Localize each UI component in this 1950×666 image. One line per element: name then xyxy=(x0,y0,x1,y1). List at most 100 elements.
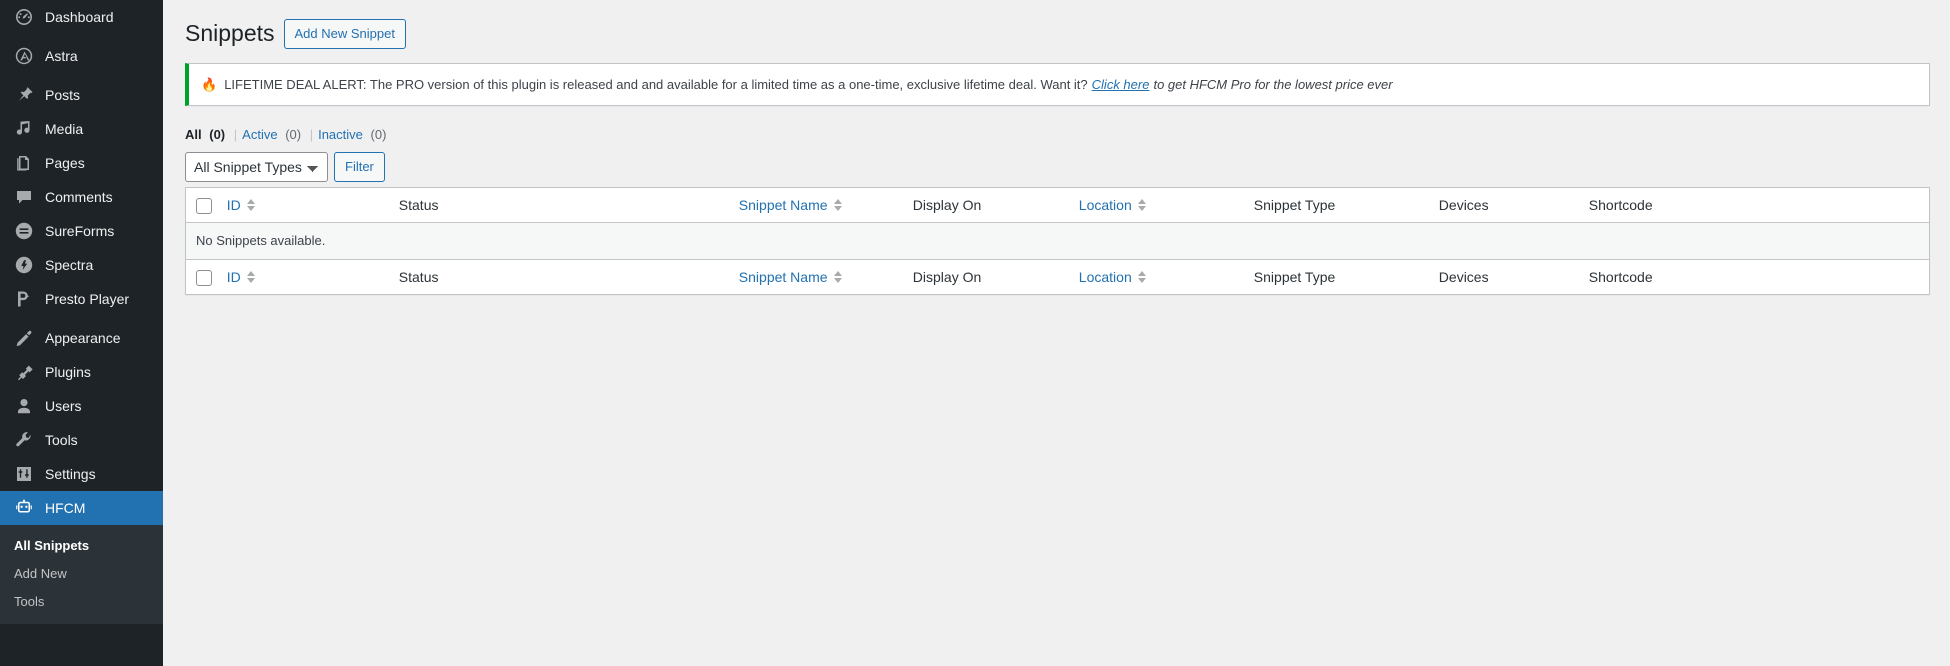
page-title: Snippets xyxy=(185,20,275,47)
table-head: ID Status Snippet Name Display On Locati… xyxy=(186,188,1929,224)
select-all-header-top xyxy=(186,188,217,224)
column-header-id-top[interactable]: ID xyxy=(216,188,389,224)
wrench-icon xyxy=(14,430,34,450)
filter-link-all-count: (0) xyxy=(209,127,226,143)
column-label-snippet-type-bottom: Snippet Type xyxy=(1253,268,1336,285)
sort-indicator-icon xyxy=(833,199,842,212)
sidebar-item-label: Dashboard xyxy=(45,9,114,25)
snippet-type-select[interactable]: All Snippet Types xyxy=(185,152,328,183)
settings-sliders-icon xyxy=(14,464,34,484)
user-icon xyxy=(14,396,34,416)
lifetime-deal-notice: 🔥 LIFETIME DEAL ALERT: The PRO version o… xyxy=(185,63,1930,107)
notice-message: LIFETIME DEAL ALERT: The PRO version of … xyxy=(224,76,1088,92)
submenu-item-all-snippets[interactable]: All Snippets xyxy=(0,532,163,560)
select-all-checkbox-bottom[interactable] xyxy=(196,270,212,287)
main-content: Snippets Add New Snippet 🔥 LIFETIME DEAL… xyxy=(163,0,1950,666)
column-sort-location-top[interactable]: Location xyxy=(1079,196,1146,214)
sidebar-item-label: Spectra xyxy=(45,257,94,273)
sidebar-item-label: Users xyxy=(45,398,82,414)
column-label-id-bottom: ID xyxy=(226,268,241,285)
table-foot: ID Status Snippet Name Display On Locati… xyxy=(186,258,1929,294)
notice-click-here-link[interactable]: Click here xyxy=(1092,75,1150,95)
column-header-display-on-bottom: Display On xyxy=(902,258,1069,294)
column-header-status-top: Status xyxy=(388,188,729,224)
add-new-snippet-button[interactable]: Add New Snippet xyxy=(283,19,406,49)
sidebar-item-hfcm[interactable]: HFCM xyxy=(0,491,163,525)
filter-link-inactive[interactable]: Inactive (0) xyxy=(318,127,386,142)
presto-player-icon xyxy=(14,289,34,309)
column-sort-location-bottom[interactable]: Location xyxy=(1079,268,1146,286)
column-header-devices-bottom: Devices xyxy=(1428,258,1579,294)
sidebar-item-label: Presto Player xyxy=(45,291,130,307)
submenu-item-add-new[interactable]: Add New xyxy=(0,560,163,588)
column-label-id-top: ID xyxy=(226,197,241,214)
filter-button[interactable]: Filter xyxy=(334,152,385,183)
column-header-devices-top: Devices xyxy=(1428,188,1579,224)
column-header-location-bottom[interactable]: Location xyxy=(1068,258,1244,294)
sidebar-item-label: Settings xyxy=(45,466,96,482)
submenu-item-tools[interactable]: Tools xyxy=(0,588,163,616)
filter-link-active[interactable]: Active (0) xyxy=(242,127,305,142)
column-label-status-top: Status xyxy=(398,197,439,214)
sidebar-item-label: Posts xyxy=(45,87,81,103)
sidebar-item-tools[interactable]: Tools xyxy=(0,423,163,457)
select-all-checkbox-top[interactable] xyxy=(196,198,212,215)
sidebar-item-label: Comments xyxy=(45,189,113,205)
robot-icon xyxy=(14,498,34,518)
column-header-snippet-name-bottom[interactable]: Snippet Name xyxy=(728,258,903,294)
filter-separator: | xyxy=(309,127,314,143)
sidebar-item-media[interactable]: Media xyxy=(0,112,163,146)
column-sort-id-bottom[interactable]: ID xyxy=(227,268,255,286)
filter-link-inactive-label: Inactive xyxy=(318,127,363,143)
column-label-display-on-bottom: Display On xyxy=(912,268,982,285)
fire-icon: 🔥 xyxy=(201,77,218,93)
column-label-snippet-name-bottom: Snippet Name xyxy=(738,268,828,285)
column-header-snippet-type-bottom: Snippet Type xyxy=(1243,258,1429,294)
column-header-shortcode-top: Shortcode xyxy=(1578,188,1929,224)
filter-link-active-item: Active (0) | xyxy=(242,122,318,148)
sidebar-item-spectra[interactable]: Spectra xyxy=(0,248,163,282)
table-footer-row: ID Status Snippet Name Display On Locati… xyxy=(186,258,1929,294)
hfcm-submenu: All Snippets Add New Tools xyxy=(0,525,163,624)
sidebar-item-comments[interactable]: Comments xyxy=(0,180,163,214)
column-label-devices-bottom: Devices xyxy=(1438,268,1489,285)
page-header: Snippets Add New Snippet xyxy=(185,10,1930,49)
column-sort-id-top[interactable]: ID xyxy=(227,196,255,214)
admin-sidebar: Dashboard Astra Posts Media Pages Commen… xyxy=(0,0,163,666)
pin-icon xyxy=(14,85,34,105)
sidebar-item-users[interactable]: Users xyxy=(0,389,163,423)
column-sort-snippet-name-bottom[interactable]: Snippet Name xyxy=(739,268,842,286)
sidebar-item-settings[interactable]: Settings xyxy=(0,457,163,491)
filter-link-inactive-item: Inactive (0) xyxy=(318,122,386,148)
sidebar-item-dashboard[interactable]: Dashboard xyxy=(0,0,163,34)
sidebar-item-label: Plugins xyxy=(45,364,91,380)
sidebar-item-label: Tools xyxy=(45,432,78,448)
column-label-devices-top: Devices xyxy=(1438,197,1489,214)
select-all-header-bottom xyxy=(186,258,217,294)
sort-indicator-icon xyxy=(246,199,255,212)
sidebar-item-label: SureForms xyxy=(45,223,115,239)
sidebar-item-posts[interactable]: Posts xyxy=(0,78,163,112)
sidebar-item-plugins[interactable]: Plugins xyxy=(0,355,163,389)
sidebar-item-pages[interactable]: Pages xyxy=(0,146,163,180)
paintbrush-icon xyxy=(14,328,34,348)
filter-link-all-label: All xyxy=(185,127,202,143)
column-header-snippet-name-top[interactable]: Snippet Name xyxy=(728,188,903,224)
column-header-location-top[interactable]: Location xyxy=(1068,188,1244,224)
sidebar-item-astra[interactable]: Astra xyxy=(0,39,163,73)
sidebar-item-sureforms[interactable]: SureForms xyxy=(0,214,163,248)
filter-link-all[interactable]: All (0) xyxy=(185,127,229,142)
sort-indicator-icon xyxy=(1137,271,1146,284)
notice-tail-text: to get HFCM Pro for the lowest price eve… xyxy=(1153,76,1393,92)
column-header-status-bottom: Status xyxy=(388,258,729,294)
column-sort-snippet-name-top[interactable]: Snippet Name xyxy=(739,196,842,214)
filter-link-active-count: (0) xyxy=(285,127,302,143)
no-items-message: No Snippets available. xyxy=(186,223,1929,259)
column-header-id-bottom[interactable]: ID xyxy=(216,258,389,294)
sidebar-item-presto-player[interactable]: Presto Player xyxy=(0,282,163,316)
sidebar-item-appearance[interactable]: Appearance xyxy=(0,321,163,355)
filter-link-inactive-count: (0) xyxy=(370,127,387,143)
column-label-location-bottom: Location xyxy=(1078,268,1132,285)
status-filter-links: All (0) | Active (0) | Inactive (0) xyxy=(185,122,1930,148)
table-body: No Snippets available. xyxy=(186,223,1929,259)
